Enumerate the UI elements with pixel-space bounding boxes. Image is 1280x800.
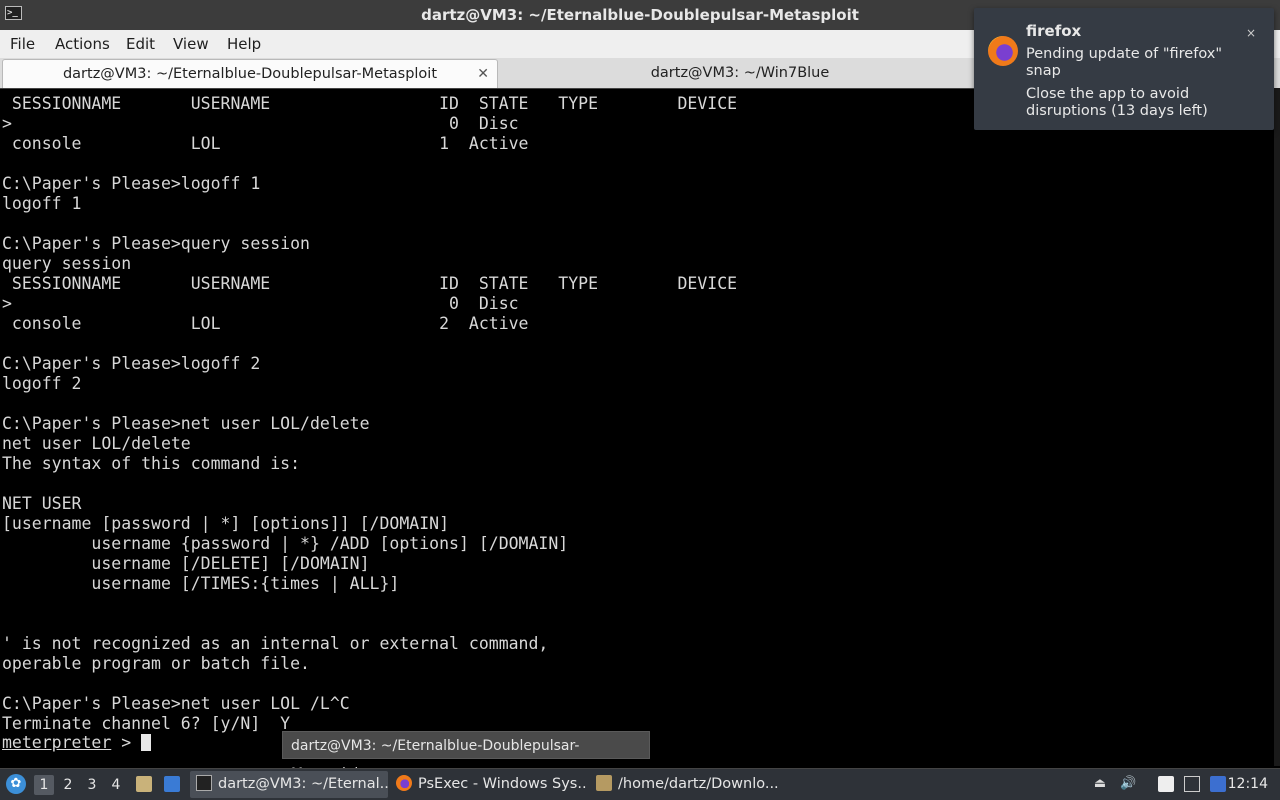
firefox-icon: [988, 36, 1018, 66]
task-archive[interactable]: /home/dartz/Downlo...: [590, 771, 788, 798]
terminal-line: username {password | *} /ADD [options] […: [2, 534, 569, 553]
terminal-line: [username [password | *] [options]] [/DO…: [2, 514, 450, 533]
notification-title: firefox: [1026, 22, 1082, 40]
terminal-text: SESSIONNAME USERNAME ID STATE TYPE DEVIC…: [2, 94, 737, 734]
taskbar: ✿ 1 2 3 4 dartz@VM3: ~/Eternal... PsExec…: [0, 768, 1280, 800]
terminal-line: SESSIONNAME USERNAME ID STATE TYPE DEVIC…: [2, 94, 738, 113]
file-manager-icon[interactable]: [136, 776, 152, 792]
workspace-1[interactable]: 1: [34, 775, 54, 795]
tab-eternalblue[interactable]: dartz@VM3: ~/Eternalblue-Doublepulsar-Me…: [2, 59, 498, 88]
task-terminal[interactable]: dartz@VM3: ~/Eternal...: [190, 771, 388, 798]
text-cursor: [141, 734, 152, 751]
volume-icon[interactable]: 🔊: [1120, 776, 1136, 792]
task-label: dartz@VM3: ~/Eternal...: [218, 776, 388, 792]
clipboard-icon[interactable]: [1158, 776, 1174, 792]
prompt-suffix: >: [111, 733, 142, 752]
terminal-line: username [/TIMES:{times | ALL}]: [2, 574, 400, 593]
update-notification[interactable]: firefox × Pending update of "firefox" sn…: [974, 8, 1274, 130]
terminal-line: NET USER: [2, 494, 82, 513]
terminal-line: logoff 2: [2, 374, 82, 393]
firefox-icon: [396, 775, 412, 791]
network-icon[interactable]: [1184, 776, 1200, 792]
terminal-scrollbar[interactable]: [1274, 88, 1280, 766]
menu-view[interactable]: View: [173, 34, 209, 54]
tab-tooltip: dartz@VM3: ~/Eternalblue-Doublepulsar-Me…: [282, 731, 650, 782]
terminal-line: query session: [2, 254, 132, 273]
menu-help[interactable]: Help: [227, 34, 261, 54]
menu-edit[interactable]: Edit: [126, 34, 155, 54]
notification-detail: Close the app to avoid disruptions (13 d…: [1026, 86, 1208, 119]
tab-win7blue[interactable]: dartz@VM3: ~/Win7Blue: [500, 59, 980, 88]
terminal-line: C:\Paper's Please>logoff 2: [2, 354, 261, 373]
close-icon[interactable]: ×: [1246, 26, 1256, 40]
close-icon[interactable]: ✕: [477, 60, 489, 88]
menu-actions[interactable]: Actions: [55, 34, 110, 54]
terminal-line: logoff 1: [2, 194, 82, 213]
tab-label: dartz@VM3: ~/Eternalblue-Doublepulsar-Me…: [62, 66, 438, 82]
eject-icon[interactable]: ⏏: [1092, 776, 1108, 792]
terminal-prompt-line[interactable]: meterpreter >: [2, 733, 152, 753]
terminal-line: C:\Paper's Please>logoff 1: [2, 174, 261, 193]
meterpreter-prompt: meterpreter: [2, 733, 112, 752]
notification-icon[interactable]: [1210, 776, 1226, 792]
workspace-4[interactable]: 4: [106, 775, 126, 795]
terminal-line: C:\Paper's Please>query session: [2, 234, 310, 253]
show-desktop-icon[interactable]: [164, 776, 180, 792]
terminal-line: ' is not recognized as an internal or ex…: [2, 634, 549, 653]
terminal-line: C:\Paper's Please>net user LOL/delete: [2, 414, 370, 433]
workspace-2[interactable]: 2: [58, 775, 78, 795]
terminal-line: operable program or batch file.: [2, 654, 310, 673]
terminal-line: console LOL 2 Active: [2, 314, 529, 333]
task-firefox[interactable]: PsExec - Windows Sys...: [390, 771, 588, 798]
terminal-line: username [/DELETE] [/DOMAIN]: [2, 554, 370, 573]
clock[interactable]: 12:14: [1228, 769, 1268, 800]
terminal-output-area[interactable]: SESSIONNAME USERNAME ID STATE TYPE DEVIC…: [0, 88, 1280, 766]
task-label: PsExec - Windows Sys...: [418, 776, 588, 792]
terminal-line: console LOL 1 Active: [2, 134, 529, 153]
terminal-line: net user LOL/delete: [2, 434, 191, 453]
terminal-line: C:\Paper's Please>net user LOL /L^C: [2, 694, 350, 713]
start-menu-icon[interactable]: ✿: [6, 774, 26, 794]
terminal-line: The syntax of this command is:: [2, 454, 301, 473]
menu-file[interactable]: File: [10, 34, 35, 54]
terminal-line: > 0 Disc: [2, 114, 519, 133]
notification-message: Pending update of "firefox" snap: [1026, 46, 1223, 79]
terminal-icon: [196, 775, 212, 791]
terminal-line: > 0 Disc: [2, 294, 519, 313]
archive-icon: [596, 775, 612, 791]
workspace-3[interactable]: 3: [82, 775, 102, 795]
tab-label: dartz@VM3: ~/Win7Blue: [650, 65, 830, 81]
terminal-line: SESSIONNAME USERNAME ID STATE TYPE DEVIC…: [2, 274, 738, 293]
task-label: /home/dartz/Downlo...: [618, 776, 779, 792]
